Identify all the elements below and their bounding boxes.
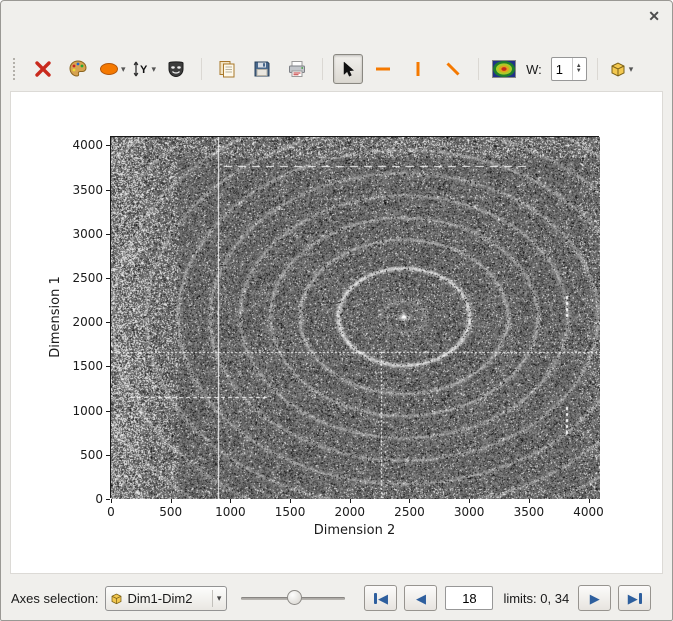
axes-selection-combo[interactable]: Dim1-Dim2 ▾ xyxy=(105,585,228,611)
chevron-down-icon[interactable]: ▾ xyxy=(121,64,126,75)
x-tick-label: 1000 xyxy=(215,505,246,519)
y-tick-label: 3500 xyxy=(72,182,103,197)
yaxis-scale-button[interactable]: Y ▾ xyxy=(131,59,157,79)
print-button[interactable] xyxy=(282,54,312,84)
x-tick-mark xyxy=(111,499,112,503)
x-tick-mark xyxy=(588,499,590,503)
footer-bar: Axes selection: Dim1-Dim2 ▾ ◀ ◀ limits: … xyxy=(11,583,662,613)
next-arrow-icon: ▶ xyxy=(589,590,600,606)
x-tick-label: 4000 xyxy=(573,505,604,519)
y-axis-ticks: 0 500 1000 1500 2000 2500 3000 3500 4000 xyxy=(51,137,110,506)
toolbar-separator xyxy=(596,58,598,80)
image-viewer-window: ✕ ▾ Y ▾ W: 1 ▲ ▼ ▾ Dimension 1 0 500 100… xyxy=(0,0,673,621)
x-tick-label: 3000 xyxy=(453,505,485,519)
vertical-line-icon xyxy=(416,62,420,76)
copy-button[interactable] xyxy=(212,54,242,84)
y-tick-label: 3000 xyxy=(72,226,103,241)
close-icon[interactable]: ✕ xyxy=(648,9,660,23)
last-frame-button[interactable]: ▶ xyxy=(618,585,652,611)
x-tick-label: 1500 xyxy=(274,505,306,519)
colormap-thumbnail-icon xyxy=(492,60,517,78)
prev-arrow-icon: ◀ xyxy=(377,590,388,606)
x-axis-ticks: 0 500 1000 1500 2000 2500 3000 3500 4000 xyxy=(107,499,604,521)
mask-tool-button[interactable] xyxy=(161,54,191,84)
plot-area xyxy=(110,136,600,499)
y-tick-label: 2500 xyxy=(72,271,103,286)
horizontal-profile-button[interactable] xyxy=(368,54,398,84)
x-tick-label: 500 xyxy=(159,505,183,519)
frame-slider[interactable] xyxy=(241,588,346,608)
horizontal-line-icon xyxy=(376,67,391,71)
cube-view-button[interactable]: ▾ xyxy=(608,59,634,79)
x-tick-mark xyxy=(469,499,471,503)
first-bar-icon xyxy=(373,592,377,604)
red-x-icon xyxy=(35,61,51,77)
diagonal-profile-button[interactable] xyxy=(438,54,468,84)
ellipse-icon xyxy=(100,63,118,75)
x-axis-label: Dimension 2 xyxy=(313,523,396,538)
clear-button[interactable] xyxy=(28,54,58,84)
vertical-profile-button[interactable] xyxy=(403,54,433,84)
mask-icon xyxy=(168,61,184,78)
prev-arrow-icon: ◀ xyxy=(415,590,426,606)
toolbar-handle[interactable] xyxy=(13,58,16,80)
palette-button[interactable] xyxy=(63,54,93,84)
pointer-cursor-icon xyxy=(343,61,355,77)
spin-down-icon[interactable]: ▼ xyxy=(576,68,582,74)
pointer-tool-button[interactable] xyxy=(333,54,364,84)
ellipse-tool-button[interactable]: ▾ xyxy=(98,59,126,79)
cube-icon xyxy=(112,593,122,604)
next-arrow-icon: ▶ xyxy=(627,590,638,606)
first-frame-button[interactable]: ◀ xyxy=(364,585,398,611)
save-button[interactable] xyxy=(247,54,277,84)
y-tick-label: 500 xyxy=(80,447,103,462)
x-tick-mark xyxy=(409,499,411,503)
toolbar: ▾ Y ▾ W: 1 ▲ ▼ ▾ xyxy=(13,51,633,87)
toolbar-separator xyxy=(322,58,324,80)
axes-selection-value: Dim1-Dim2 xyxy=(127,590,193,606)
x-tick-label: 3500 xyxy=(513,505,545,519)
limits-label: limits: 0, 34 xyxy=(503,590,570,606)
last-bar-icon xyxy=(638,592,642,604)
prev-frame-button[interactable]: ◀ xyxy=(404,585,438,611)
frame-number-input[interactable] xyxy=(445,586,494,610)
width-label: W: xyxy=(526,61,542,77)
copy-icon xyxy=(219,61,235,78)
colormap-image-button[interactable] xyxy=(489,54,519,84)
chevron-down-icon: ▾ xyxy=(211,589,225,607)
y-tick-label: 0 xyxy=(95,492,103,506)
y-tick-mark xyxy=(106,499,110,500)
palette-icon xyxy=(69,60,87,77)
next-frame-button[interactable]: ▶ xyxy=(578,585,612,611)
y-axis-scale-icon: Y xyxy=(133,61,148,77)
svg-text:Y: Y xyxy=(140,64,148,76)
axes-selection-label: Axes selection: xyxy=(11,590,99,606)
toolbar-separator xyxy=(201,58,203,80)
chevron-down-icon[interactable]: ▾ xyxy=(152,64,157,75)
profile-width-spinbox[interactable]: ▲ ▼ xyxy=(550,57,587,81)
chevron-down-icon[interactable]: ▾ xyxy=(629,64,634,75)
profile-width-input[interactable] xyxy=(551,61,572,77)
x-tick-mark xyxy=(230,499,232,503)
x-tick-mark xyxy=(349,499,351,503)
save-floppy-icon xyxy=(254,61,270,77)
y-tick-label: 2000 xyxy=(72,315,103,330)
x-tick-mark xyxy=(170,499,172,503)
toolbar-separator xyxy=(478,58,480,80)
x-tick-label: 2000 xyxy=(334,505,366,519)
printer-icon xyxy=(289,61,306,77)
cube-3d-icon xyxy=(611,62,625,77)
y-tick-label: 1500 xyxy=(72,359,103,374)
diffraction-image[interactable] xyxy=(111,137,600,499)
y-tick-label: 4000 xyxy=(72,138,103,153)
x-tick-mark xyxy=(290,499,292,503)
x-tick-mark xyxy=(528,499,530,503)
x-tick-label: 2500 xyxy=(394,505,425,519)
spin-arrows[interactable]: ▲ ▼ xyxy=(571,58,585,80)
diagonal-line-icon xyxy=(446,62,460,76)
y-tick-label: 1000 xyxy=(72,403,103,418)
x-tick-label: 0 xyxy=(107,505,115,519)
slider-handle[interactable] xyxy=(287,590,303,605)
plot-panel: Dimension 1 0 500 1000 1500 2000 2500 3000 3500… xyxy=(10,91,663,574)
